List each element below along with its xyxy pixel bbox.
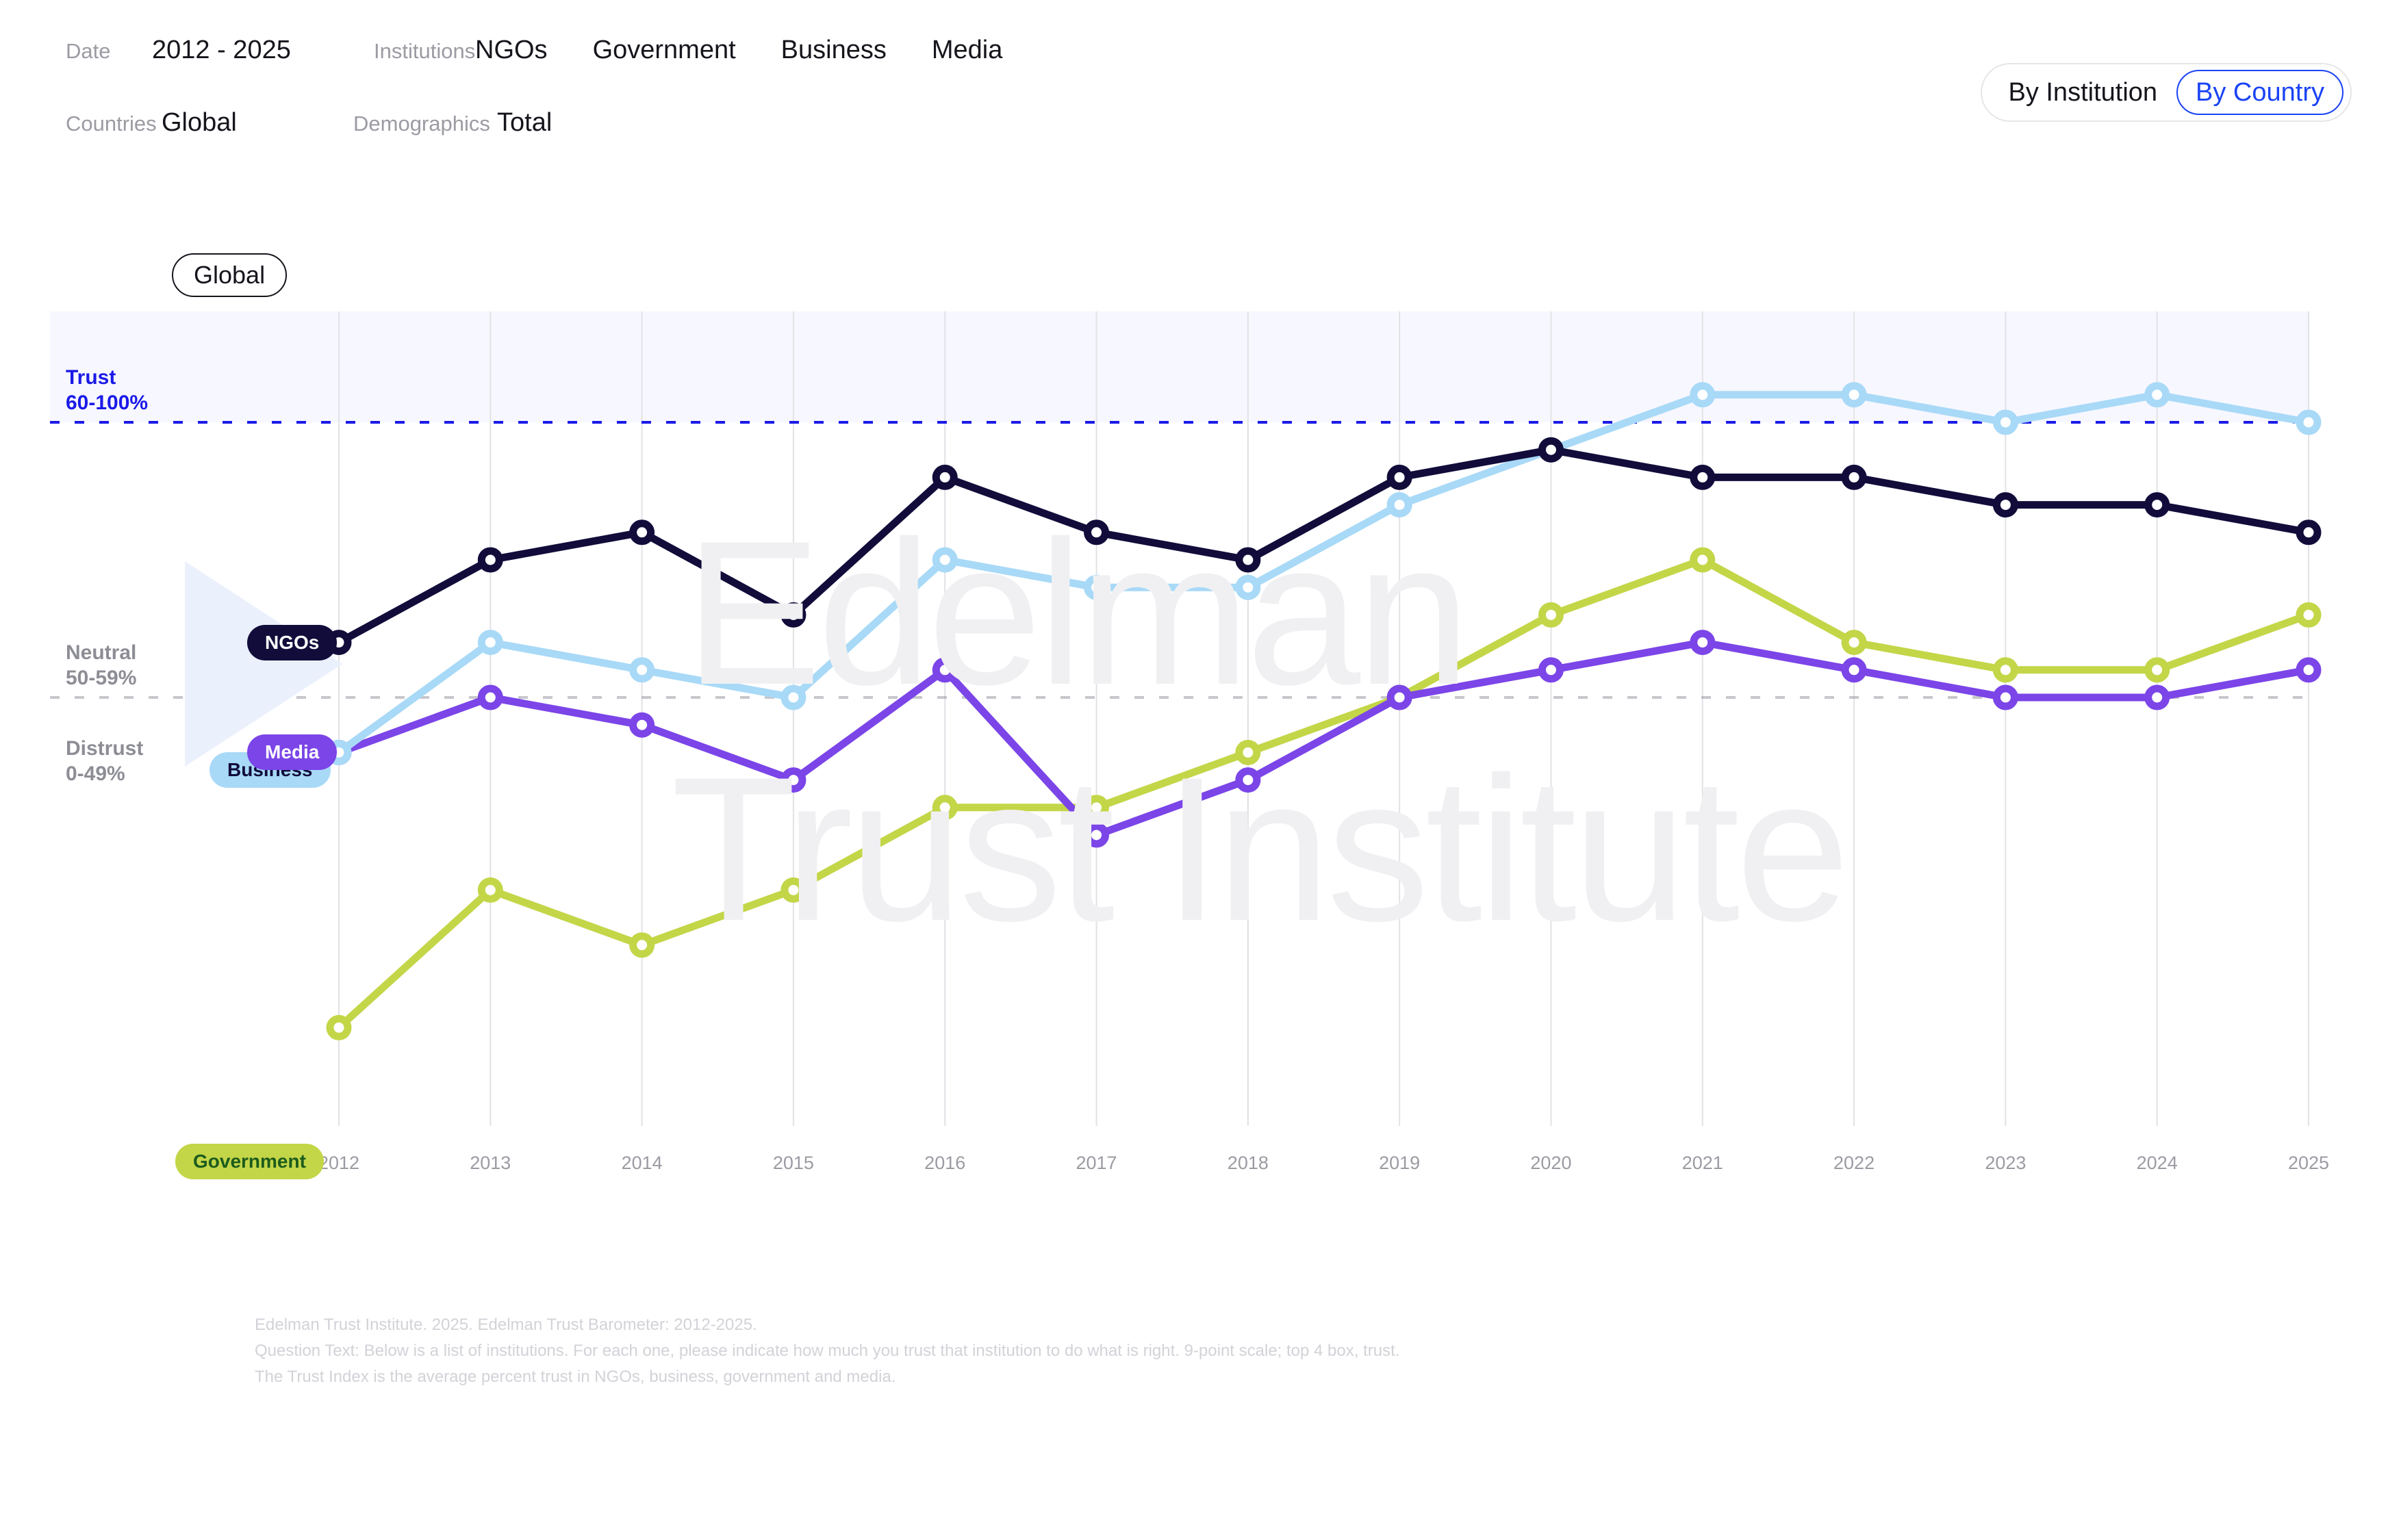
data-point[interactable] — [477, 684, 503, 710]
x-axis-label-2021: 2021 — [1681, 1153, 1723, 1173]
trust-band-shading — [50, 311, 2309, 422]
data-point[interactable] — [2296, 602, 2322, 628]
x-axis-label-2020: 2020 — [1530, 1153, 1572, 1173]
band-trust-range: 60-100% — [66, 392, 149, 415]
data-point[interactable] — [932, 657, 958, 683]
data-point[interactable] — [932, 464, 958, 490]
band-label-distrust: Distrust 0-49% — [66, 736, 143, 786]
x-axis-label-2022: 2022 — [1833, 1153, 1875, 1173]
data-point[interactable] — [1235, 574, 1261, 600]
band-distrust-range: 0-49% — [66, 762, 125, 786]
data-point[interactable] — [629, 519, 655, 546]
chart-canvas — [50, 311, 2322, 1126]
x-axis-label-2017: 2017 — [1076, 1153, 1117, 1173]
data-point[interactable] — [1992, 409, 2018, 435]
data-point[interactable] — [1690, 382, 1716, 408]
data-point[interactable] — [1235, 547, 1261, 573]
trust-index-line-chart — [0, 0, 2401, 1232]
data-point[interactable] — [2296, 657, 2322, 683]
data-point[interactable] — [1841, 382, 1867, 408]
data-point[interactable] — [780, 767, 806, 793]
data-point[interactable] — [1992, 684, 2018, 710]
data-point[interactable] — [1084, 574, 1110, 600]
footnote-source: Edelman Trust Institute. 2025. Edelman T… — [255, 1316, 757, 1334]
band-neutral-title: Neutral — [66, 641, 137, 664]
data-point[interactable] — [1841, 630, 1867, 656]
data-point[interactable] — [1538, 437, 1564, 463]
data-point[interactable] — [629, 932, 655, 958]
data-point[interactable] — [1992, 657, 2018, 683]
band-distrust-title: Distrust — [66, 737, 144, 760]
x-axis-label-2013: 2013 — [470, 1153, 511, 1173]
data-point[interactable] — [1538, 657, 1564, 683]
x-axis-label-2012: 2012 — [318, 1153, 360, 1173]
data-point[interactable] — [1084, 822, 1110, 848]
data-point[interactable] — [2144, 492, 2170, 518]
data-point[interactable] — [1992, 492, 2018, 518]
data-point[interactable] — [932, 795, 958, 821]
series-line — [335, 556, 2313, 1031]
data-point[interactable] — [1084, 795, 1110, 821]
data-point[interactable] — [1386, 464, 1412, 490]
data-point[interactable] — [477, 547, 503, 573]
series-business — [326, 382, 2322, 765]
data-point[interactable] — [1235, 767, 1261, 793]
data-point[interactable] — [780, 602, 806, 628]
data-point[interactable] — [326, 1014, 352, 1040]
data-point[interactable] — [1386, 684, 1412, 710]
x-axis-label-2019: 2019 — [1379, 1153, 1421, 1173]
series-government — [326, 547, 2322, 1040]
data-point[interactable] — [1690, 630, 1716, 656]
data-point[interactable] — [2144, 382, 2170, 408]
band-trust-title: Trust — [66, 366, 116, 389]
footnote-question-text: Question Text: Below is a list of instit… — [255, 1341, 1400, 1360]
data-point[interactable] — [629, 657, 655, 683]
series-badge-ngos[interactable]: NGOs — [247, 624, 338, 660]
data-point[interactable] — [1084, 519, 1110, 546]
data-point[interactable] — [1386, 492, 1412, 518]
trust-barometer-page: Date 2012 - 2025 Institutions NGOs Gover… — [0, 0, 2401, 1540]
x-axis-label-2018: 2018 — [1227, 1153, 1269, 1173]
x-axis-label-2025: 2025 — [2287, 1153, 2330, 1173]
x-axis-label-2024: 2024 — [2136, 1153, 2178, 1173]
band-label-trust: Trust 60-100% — [66, 365, 148, 415]
data-point[interactable] — [1690, 547, 1716, 573]
x-axis-label-2014: 2014 — [621, 1153, 663, 1173]
data-point[interactable] — [1841, 464, 1867, 490]
series-badge-government[interactable]: Government — [175, 1144, 324, 1180]
data-point[interactable] — [932, 547, 958, 573]
data-point[interactable] — [1538, 602, 1564, 628]
data-point[interactable] — [629, 712, 655, 738]
data-point[interactable] — [477, 877, 503, 903]
footnotes: Edelman Trust Institute. 2025. Edelman T… — [255, 1312, 1399, 1390]
data-point[interactable] — [477, 630, 503, 656]
x-axis-label-2015: 2015 — [772, 1153, 814, 1173]
x-axis-label-2023: 2023 — [1985, 1153, 2027, 1173]
data-point[interactable] — [1841, 657, 1867, 683]
data-point[interactable] — [1235, 739, 1261, 765]
data-point[interactable] — [780, 684, 806, 710]
data-point[interactable] — [2144, 684, 2170, 710]
data-point[interactable] — [780, 877, 806, 903]
series-badge-media[interactable]: Media — [247, 734, 338, 771]
band-neutral-range: 50-59% — [66, 667, 137, 690]
data-point[interactable] — [1690, 464, 1716, 490]
data-point[interactable] — [2296, 519, 2322, 546]
data-point[interactable] — [2296, 409, 2322, 435]
band-label-neutral: Neutral 50-59% — [66, 640, 136, 691]
footnote-trust-index: The Trust Index is the average percent t… — [255, 1367, 896, 1386]
x-axis-label-2016: 2016 — [924, 1153, 966, 1173]
region-pill-global[interactable]: Global — [172, 253, 288, 297]
data-point[interactable] — [2144, 657, 2170, 683]
